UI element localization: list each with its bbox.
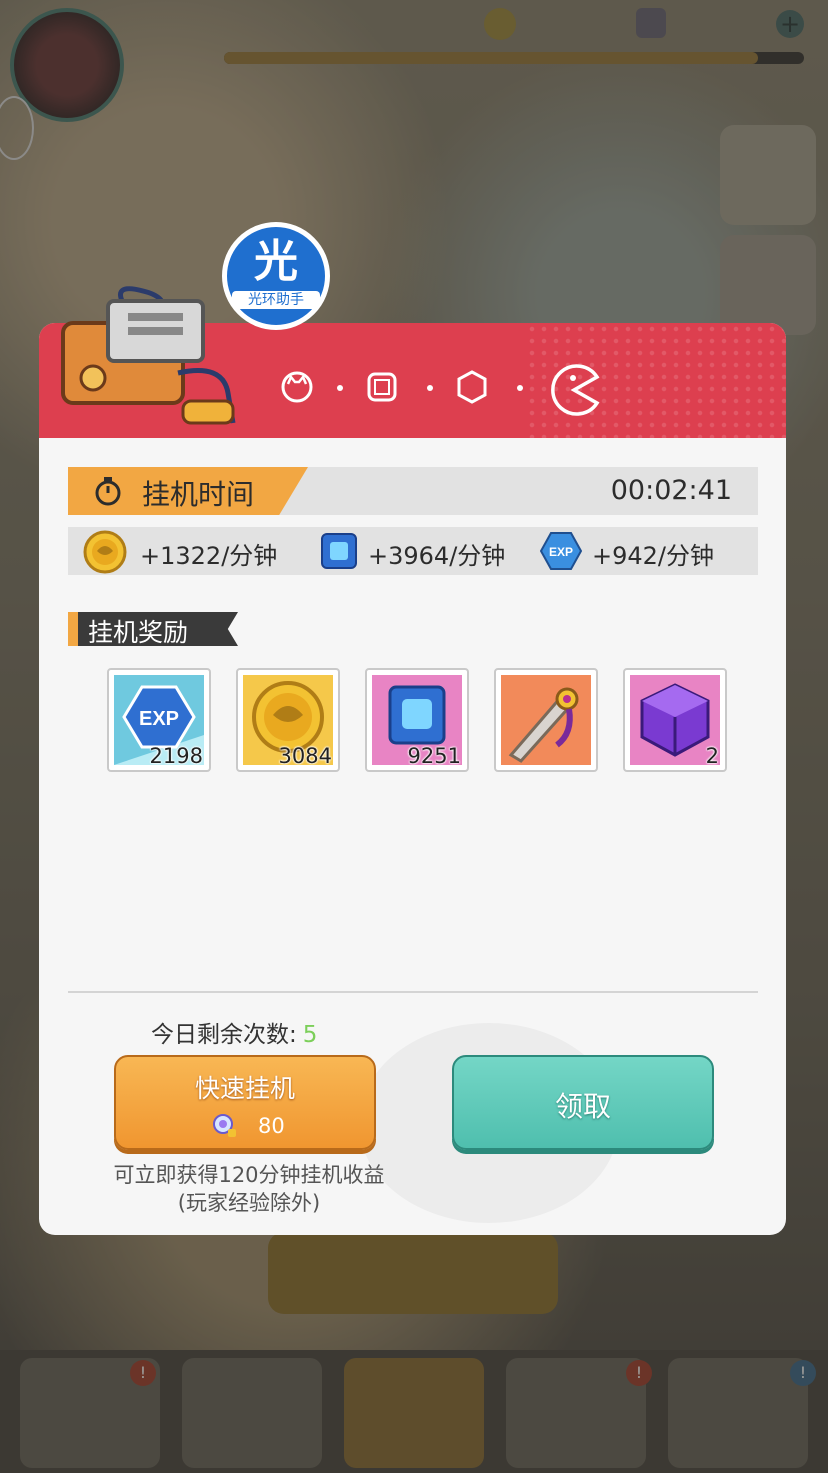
quick-idle-hint-note: (玩家经验除外)	[177, 1191, 321, 1215]
idle-time-label: 挂机时间	[142, 478, 255, 511]
section-divider	[68, 991, 758, 993]
idle-time-value: 00:02:41	[610, 475, 732, 506]
sword-icon	[501, 675, 591, 765]
step-dot	[337, 385, 343, 391]
reward-item-coin[interactable]: 3084	[236, 668, 340, 772]
progress-steps	[279, 363, 609, 416]
reward-count: 9251	[407, 744, 461, 768]
reward-count: 2	[705, 744, 719, 768]
step-dot	[427, 385, 433, 391]
rewards-title-text: 挂机奖励	[88, 618, 189, 647]
idle-time-tag: 挂机时间	[68, 467, 308, 515]
quick-idle-cost-value: 80	[258, 1114, 285, 1138]
cat-face-icon	[281, 371, 313, 403]
idle-reward-dialog: 挂机时间 00:02:41 +1322/分钟 +3964/分钟 EXP +942…	[39, 286, 786, 1235]
watermark-text: 光环助手	[232, 291, 320, 309]
pacman-step-icon	[551, 364, 600, 416]
quick-idle-hint: 可立即获得120分钟挂机收益	[113, 1163, 385, 1187]
reward-count: 3084	[278, 744, 332, 768]
remaining-count-row: 今日剩余次数: 5	[151, 1015, 317, 1049]
reward-item-chip[interactable]: 9251	[365, 668, 469, 772]
gem-icon	[213, 1114, 236, 1137]
exp-rate-text: +942/分钟	[592, 542, 715, 570]
hexagon-step-icon	[457, 370, 487, 404]
stopwatch-icon	[95, 477, 121, 506]
exp-icon: EXP	[540, 532, 582, 570]
reward-item-weapon[interactable]	[494, 668, 598, 772]
svg-text:EXP: EXP	[139, 708, 179, 730]
app-watermark-badge: 光 光环助手	[222, 222, 330, 330]
square-step-icon	[367, 372, 397, 402]
reward-items: EXP 2198 3084 9251 2	[107, 668, 747, 772]
svg-text:EXP: EXP	[549, 545, 573, 559]
rewards-section-title: 挂机奖励	[68, 612, 238, 646]
coin-icon	[83, 530, 127, 574]
remaining-label: 今日剩余次数:	[151, 1022, 297, 1048]
reward-count: 2198	[149, 744, 203, 768]
reward-item-exp[interactable]: EXP 2198	[107, 668, 211, 772]
chip-rate-text: +3964/分钟	[368, 542, 506, 570]
watermark-logo: 光	[254, 236, 298, 287]
reward-item-cube[interactable]: 2	[623, 668, 727, 772]
income-rate-bar: +1322/分钟 +3964/分钟 EXP +942/分钟	[68, 527, 758, 575]
idle-time-bar: 挂机时间 00:02:41	[68, 467, 758, 515]
quick-idle-label: 快速挂机	[194, 1074, 295, 1103]
quick-idle-button[interactable]: 快速挂机 80	[114, 1055, 376, 1150]
idle-machine-icon	[61, 286, 236, 425]
remaining-count: 5	[302, 1022, 318, 1048]
claim-label: 领取	[554, 1090, 611, 1123]
chip-icon	[321, 533, 357, 569]
claim-button[interactable]: 领取	[452, 1055, 714, 1150]
coin-rate-text: +1322/分钟	[140, 542, 278, 570]
step-dot	[517, 385, 523, 391]
